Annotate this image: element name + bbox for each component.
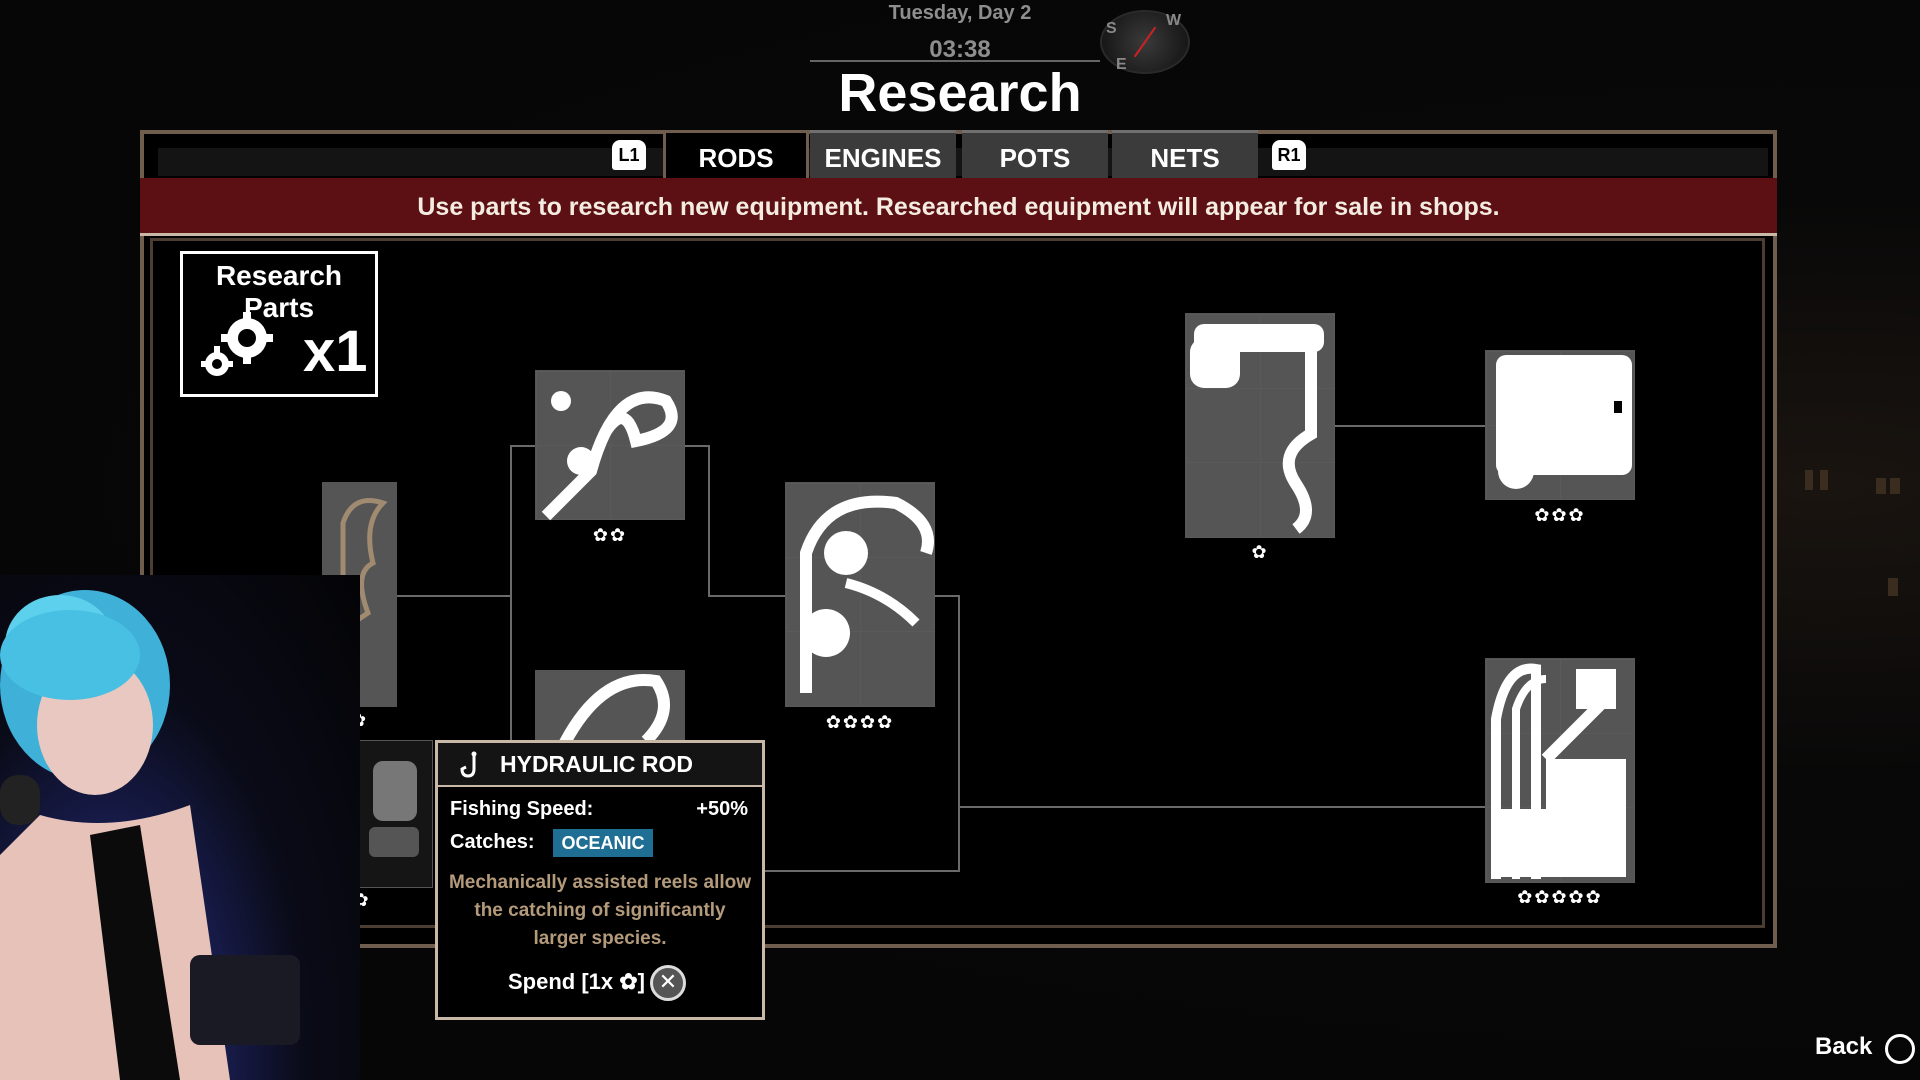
tree-node[interactable]: [535, 370, 685, 521]
cross-button-icon[interactable]: ✕: [650, 965, 686, 1001]
compass-needle: [1133, 26, 1157, 58]
tree-connector: [683, 445, 709, 447]
tree-connector: [933, 595, 960, 597]
tree-connector: [708, 595, 786, 597]
stat-value: +50%: [696, 798, 748, 820]
compass-south: S: [1106, 20, 1117, 37]
tooltip-title: HYDRAULIC ROD: [500, 751, 693, 777]
tree-node[interactable]: [358, 740, 433, 888]
stat-label: Fishing Speed:: [450, 798, 594, 820]
gear-icon: [197, 310, 277, 385]
tree-connector: [396, 595, 511, 597]
day-label: Tuesday, Day 2: [888, 2, 1032, 24]
catches-label: Catches:: [450, 831, 535, 853]
research-parts-box: Research Parts x1: [180, 251, 378, 397]
tree-node[interactable]: [1185, 313, 1335, 538]
tab-engines[interactable]: ENGINES: [810, 130, 956, 178]
tree-connector: [958, 806, 1486, 808]
page-title: Research: [838, 63, 1082, 123]
tree-connector: [765, 870, 960, 872]
node-stars: ✿✿✿✿✿: [1517, 887, 1603, 907]
compass-west: W: [1166, 12, 1182, 29]
research-parts-count: x1: [303, 319, 368, 384]
l1-button-icon[interactable]: L1: [612, 140, 646, 170]
spend-button[interactable]: Spend [1x ✿]: [508, 969, 645, 995]
tree-node[interactable]: [1485, 658, 1635, 883]
node-stars: ✿: [1251, 542, 1269, 562]
tree-connector: [708, 445, 710, 595]
tree-connector: [958, 595, 960, 870]
item-tooltip: HYDRAULIC ROD Fishing Speed: +50% Catche…: [435, 740, 765, 1020]
node-stars: ✿✿✿: [1534, 505, 1586, 525]
webcam-overlay: [0, 575, 360, 1080]
tree-connector: [510, 445, 512, 775]
tooltip-header: HYDRAULIC ROD: [438, 743, 762, 787]
tab-rods[interactable]: RODS: [663, 130, 809, 182]
tab-pots[interactable]: POTS: [962, 130, 1108, 178]
info-banner: Use parts to research new equipment. Res…: [140, 178, 1777, 236]
tooltip-description: Mechanically assisted reels allow the ca…: [448, 872, 752, 949]
tab-nets[interactable]: NETS: [1112, 130, 1258, 178]
node-stars: ✿✿✿✿: [825, 712, 895, 732]
back-label[interactable]: Back: [1815, 1033, 1872, 1061]
tree-node[interactable]: [785, 482, 935, 707]
circle-button-icon[interactable]: [1885, 1034, 1915, 1064]
tree-connector: [510, 445, 536, 447]
fishing-hook-icon: [458, 751, 484, 784]
node-stars: ✿✿: [592, 525, 628, 545]
tree-node[interactable]: [1485, 350, 1635, 500]
r1-button-icon[interactable]: R1: [1272, 140, 1306, 170]
catches-badge: OCEANIC: [553, 829, 653, 857]
tree-connector: [1333, 425, 1486, 427]
